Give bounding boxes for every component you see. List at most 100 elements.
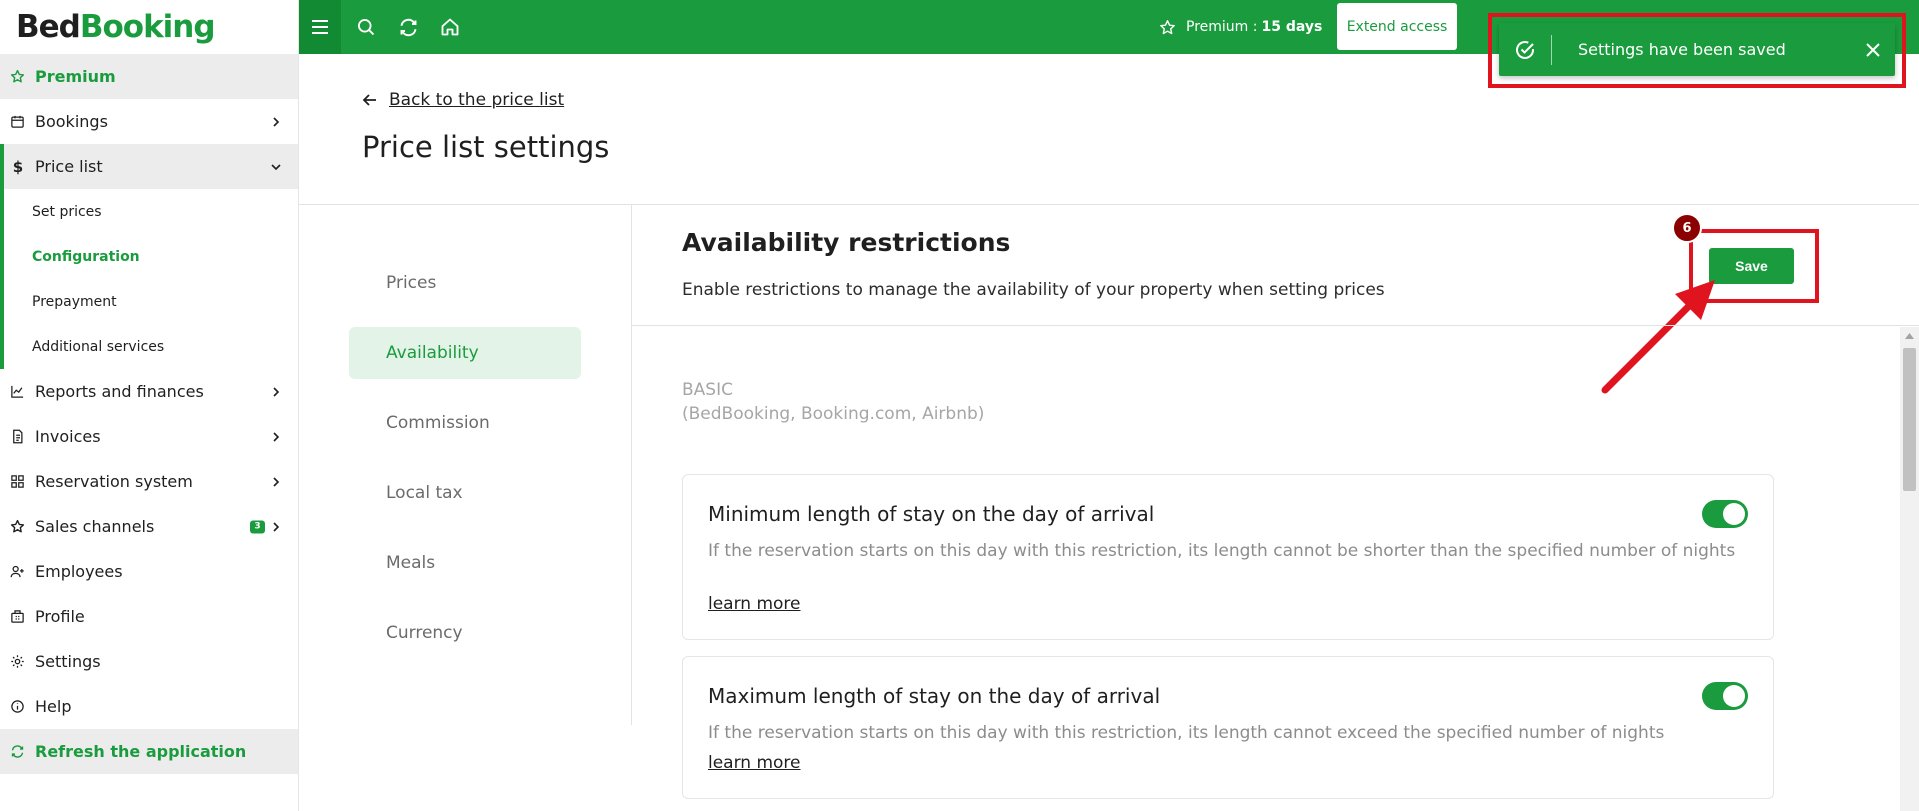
learn-more-link[interactable]: learn more	[708, 753, 801, 773]
learn-more-link[interactable]: learn more	[708, 594, 801, 614]
header-divider	[299, 204, 1919, 205]
group-label-title: BASIC	[682, 380, 733, 400]
grid-icon	[9, 474, 25, 490]
brand-logo[interactable]: Bed Booking	[0, 0, 298, 54]
tab-prices[interactable]: Prices	[349, 257, 581, 309]
restriction-card: Maximum length of stay on the day of arr…	[682, 656, 1774, 799]
step-number-marker: 6	[1672, 213, 1702, 243]
search-icon	[358, 19, 375, 36]
sidebar-item-label: Premium	[35, 67, 116, 86]
count-badge: 3	[250, 520, 265, 533]
star-icon	[9, 69, 25, 85]
restriction-toggle[interactable]	[1702, 682, 1748, 710]
hamburger-icon	[312, 20, 328, 34]
sidebar-item-reports[interactable]: Reports and finances	[0, 369, 298, 414]
tab-availability[interactable]: Availability	[349, 327, 581, 379]
sidebar-item-label: Sales channels	[35, 517, 155, 536]
sidebar-item-help[interactable]: Help	[0, 684, 298, 729]
chevron-right-icon	[273, 521, 280, 532]
sidebar-item-reservation-system[interactable]: Reservation system	[0, 459, 298, 504]
sidebar-item-label: Help	[35, 697, 72, 716]
info-icon	[9, 699, 25, 715]
tab-meals[interactable]: Meals	[349, 537, 581, 589]
restriction-title: Minimum length of stay on the day of arr…	[708, 502, 1155, 526]
building-icon	[9, 609, 25, 625]
premium-days: 15 days	[1261, 19, 1323, 35]
sidebar-item-label: Reports and finances	[35, 382, 204, 401]
extend-access-button[interactable]: Extend access	[1337, 3, 1457, 50]
sidebar-item-settings[interactable]: Settings	[0, 639, 298, 684]
tab-commission[interactable]: Commission	[349, 397, 581, 449]
premium-label: Premium :	[1186, 19, 1258, 35]
scrollbar[interactable]	[1900, 327, 1919, 811]
caret-up-icon	[1905, 332, 1914, 339]
page-title: Price list settings	[362, 130, 610, 164]
sidebar: Bed Booking Premium Bookings $ Price list…	[0, 0, 299, 811]
restriction-description: If the reservation starts on this day wi…	[708, 723, 1665, 743]
sidebar-item-label: Bookings	[35, 112, 108, 131]
tab-local-tax[interactable]: Local tax	[349, 467, 581, 519]
sidebar-item-sales-channels[interactable]: Sales channels 3	[0, 504, 298, 549]
brand-logo-part2: Booking	[79, 9, 216, 45]
sidebar-item-label: Refresh the application	[35, 742, 247, 761]
gear-icon	[9, 654, 25, 670]
chevron-right-icon	[273, 476, 280, 487]
search-button[interactable]	[346, 0, 386, 54]
sidebar-subitem-additional-services[interactable]: Additional services	[4, 324, 298, 369]
chevron-right-icon	[273, 386, 280, 397]
chart-icon	[9, 384, 25, 400]
sidebar-item-profile[interactable]: Profile	[0, 594, 298, 639]
tab-currency[interactable]: Currency	[349, 607, 581, 659]
chevron-right-icon	[273, 431, 280, 442]
user-plus-icon	[9, 564, 25, 580]
content-divider	[632, 325, 1919, 326]
dollar-icon: $	[12, 157, 24, 176]
sidebar-item-label: Price list	[35, 157, 103, 176]
back-to-price-list-link[interactable]: Back to the price list	[362, 90, 564, 110]
sidebar-subitem-set-prices[interactable]: Set prices	[4, 189, 298, 234]
sidebar-item-refresh[interactable]: Refresh the application	[0, 729, 298, 774]
sidebar-item-bookings[interactable]: Bookings	[0, 99, 298, 144]
tabs-divider	[631, 205, 632, 725]
sidebar-item-label: Profile	[35, 607, 85, 626]
chevron-down-icon	[271, 163, 281, 170]
star-icon	[1159, 19, 1176, 36]
chevron-right-icon	[273, 116, 280, 127]
scrollbar-thumb[interactable]	[1903, 348, 1916, 491]
section-title: Availability restrictions	[682, 228, 1011, 257]
sidebar-item-price-list[interactable]: $ Price list	[0, 144, 298, 189]
calendar-icon	[9, 114, 25, 130]
sidebar-item-invoices[interactable]: Invoices	[0, 414, 298, 459]
sidebar-item-employees[interactable]: Employees	[0, 549, 298, 594]
invoice-icon	[9, 429, 25, 445]
sidebar-subitem-configuration[interactable]: Configuration	[4, 234, 298, 279]
refresh-icon	[9, 744, 25, 760]
restriction-card: Minimum length of stay on the day of arr…	[682, 474, 1774, 640]
settings-tabs: Prices Availability Commission Local tax…	[349, 257, 581, 677]
price-list-submenu: Set prices Configuration Prepayment Addi…	[0, 189, 298, 369]
sidebar-item-label: Reservation system	[35, 472, 193, 491]
refresh-button[interactable]	[388, 0, 428, 54]
group-label-channels: (BedBooking, Booking.com, Airbnb)	[682, 404, 985, 424]
restriction-toggle[interactable]	[1702, 500, 1748, 528]
restriction-title: Maximum length of stay on the day of arr…	[708, 684, 1161, 708]
brand-logo-part1: Bed	[16, 9, 81, 45]
sidebar-item-premium[interactable]: Premium	[0, 54, 298, 99]
star-icon	[9, 519, 25, 535]
sidebar-item-label: Employees	[35, 562, 123, 581]
restriction-description: If the reservation starts on this day wi…	[708, 541, 1736, 561]
annotation-arrow-icon	[1601, 280, 1715, 394]
scroll-up-button[interactable]	[1900, 327, 1919, 344]
section-description: Enable restrictions to manage the availa…	[682, 280, 1385, 300]
arrow-left-icon	[362, 93, 377, 107]
premium-status: Premium : 15 days	[1159, 0, 1322, 54]
toggle-knob	[1723, 503, 1745, 525]
menu-button[interactable]	[299, 0, 341, 54]
group-label: BASIC (BedBooking, Booking.com, Airbnb)	[682, 378, 984, 426]
toast-highlight-frame	[1488, 13, 1906, 88]
home-button[interactable]	[430, 0, 470, 54]
sidebar-item-label: Settings	[35, 652, 101, 671]
refresh-icon	[400, 18, 416, 36]
back-link-label: Back to the price list	[389, 90, 565, 110]
sidebar-subitem-prepayment[interactable]: Prepayment	[4, 279, 298, 324]
